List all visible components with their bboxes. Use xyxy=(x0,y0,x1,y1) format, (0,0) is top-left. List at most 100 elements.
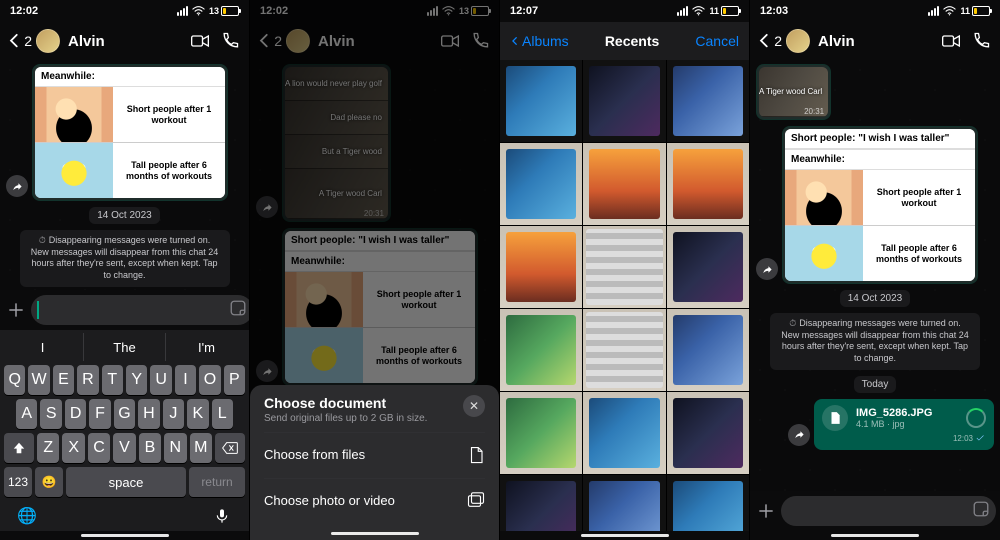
home-indicator[interactable] xyxy=(581,534,669,537)
key-q[interactable]: Q xyxy=(4,365,25,395)
key-c[interactable]: C xyxy=(88,433,110,463)
key-k[interactable]: K xyxy=(187,399,208,429)
contact-name[interactable]: Alvin xyxy=(818,33,934,50)
key-x[interactable]: X xyxy=(62,433,84,463)
system-message[interactable]: ⏱Disappearing messages were turned on. N… xyxy=(770,313,980,370)
video-call-button[interactable] xyxy=(938,28,964,54)
key-o[interactable]: O xyxy=(199,365,220,395)
home-indicator[interactable] xyxy=(81,534,169,537)
back-button[interactable]: 2 xyxy=(6,28,32,54)
photo-thumb[interactable] xyxy=(583,143,665,225)
suggestion[interactable]: The xyxy=(84,333,166,361)
suggestion[interactable]: I xyxy=(2,333,84,361)
emoji-key[interactable]: 😀 xyxy=(35,467,63,497)
chat-area[interactable]: A Tiger wood Carl 20:31 Short people: "I… xyxy=(750,60,1000,491)
forward-button[interactable] xyxy=(756,258,778,280)
key-e[interactable]: E xyxy=(53,365,74,395)
file-message[interactable]: IMG_5286.JPG 4.1 MB · jpg 12:03 xyxy=(814,399,994,450)
choose-from-files[interactable]: Choose from files xyxy=(264,432,485,476)
attach-button[interactable] xyxy=(756,498,776,524)
photo-thumb[interactable] xyxy=(500,60,582,142)
photo-thumb[interactable] xyxy=(667,143,749,225)
close-button[interactable]: ✕ xyxy=(463,395,485,417)
forward-button[interactable] xyxy=(788,424,810,446)
meme-subheader: Meanwhile: xyxy=(785,149,975,170)
photo-thumb[interactable] xyxy=(667,392,749,474)
numbers-key[interactable]: 123 xyxy=(4,467,32,497)
file-meta: 4.1 MB · jpg xyxy=(856,419,958,429)
incoming-message[interactable]: Meanwhile: Short people after 1 workout … xyxy=(32,64,228,201)
key-t[interactable]: T xyxy=(102,365,123,395)
key-f[interactable]: F xyxy=(89,399,110,429)
key-y[interactable]: Y xyxy=(126,365,147,395)
key-r[interactable]: R xyxy=(77,365,98,395)
key-u[interactable]: U xyxy=(150,365,171,395)
avatar[interactable] xyxy=(36,29,60,53)
key-m[interactable]: M xyxy=(190,433,212,463)
key-i[interactable]: I xyxy=(175,365,196,395)
voice-call-button[interactable] xyxy=(217,28,243,54)
suggestion[interactable]: I'm xyxy=(166,333,247,361)
chat-area[interactable]: Meanwhile: Short people after 1 workout … xyxy=(0,60,249,290)
key-n[interactable]: N xyxy=(164,433,186,463)
back-button[interactable]: 2 xyxy=(756,28,782,54)
sticker-button[interactable] xyxy=(229,299,247,322)
key-g[interactable]: G xyxy=(114,399,135,429)
photo-thumb[interactable] xyxy=(500,143,582,225)
key-a[interactable]: A xyxy=(16,399,37,429)
video-call-button[interactable] xyxy=(187,28,213,54)
incoming-message[interactable]: A Tiger wood Carl 20:31 xyxy=(756,64,831,120)
albums-back-button[interactable]: Albums xyxy=(510,33,569,49)
avatar[interactable] xyxy=(786,29,810,53)
message-input[interactable] xyxy=(781,496,996,526)
key-l[interactable]: L xyxy=(212,399,233,429)
key-w[interactable]: W xyxy=(28,365,49,395)
incoming-message[interactable]: Short people: "I wish I was taller" Mean… xyxy=(782,126,978,284)
photo-thumb[interactable] xyxy=(583,60,665,142)
date-pill: 14 Oct 2023 xyxy=(89,207,159,224)
photo-thumb[interactable] xyxy=(500,392,582,474)
key-d[interactable]: D xyxy=(65,399,86,429)
home-indicator[interactable] xyxy=(331,532,419,535)
message-input[interactable] xyxy=(31,295,250,325)
photo-grid[interactable] xyxy=(500,60,749,531)
voice-call-button[interactable] xyxy=(968,28,994,54)
message-row: Meanwhile: Short people after 1 workout … xyxy=(6,64,243,201)
home-indicator[interactable] xyxy=(831,534,919,537)
key-b[interactable]: B xyxy=(139,433,161,463)
photo-thumb[interactable] xyxy=(500,226,582,308)
photo-thumb[interactable] xyxy=(667,475,749,531)
system-message[interactable]: ⏱Disappearing messages were turned on. N… xyxy=(20,230,230,287)
shift-key[interactable] xyxy=(4,433,34,463)
photo-thumb[interactable] xyxy=(583,392,665,474)
attach-button[interactable] xyxy=(6,297,26,323)
key-z[interactable]: Z xyxy=(37,433,59,463)
cancel-button[interactable]: Cancel xyxy=(695,33,739,49)
photo-thumb[interactable] xyxy=(667,60,749,142)
photo-thumb[interactable] xyxy=(500,475,582,531)
message-field[interactable] xyxy=(787,503,967,520)
message-field[interactable] xyxy=(44,302,224,319)
status-bar: 12:07 11 xyxy=(500,0,749,22)
key-h[interactable]: H xyxy=(138,399,159,429)
contact-name[interactable]: Alvin xyxy=(68,33,183,50)
photo-thumb[interactable] xyxy=(667,309,749,391)
forward-button[interactable] xyxy=(6,175,28,197)
photo-thumb[interactable] xyxy=(583,226,665,308)
photo-thumb[interactable] xyxy=(583,309,665,391)
dictation-key[interactable] xyxy=(211,505,233,527)
space-key[interactable]: space xyxy=(66,467,186,497)
sticker-button[interactable] xyxy=(972,500,990,523)
photo-thumb[interactable] xyxy=(500,309,582,391)
key-p[interactable]: P xyxy=(224,365,245,395)
photo-thumb[interactable] xyxy=(583,475,665,531)
return-key[interactable]: return xyxy=(189,467,245,497)
key-j[interactable]: J xyxy=(163,399,184,429)
delete-key[interactable] xyxy=(215,433,245,463)
globe-key[interactable]: 🌐 xyxy=(16,505,38,527)
key-v[interactable]: V xyxy=(113,433,135,463)
key-s[interactable]: S xyxy=(40,399,61,429)
photo-thumb[interactable] xyxy=(667,226,749,308)
choose-photo-video[interactable]: Choose photo or video xyxy=(264,478,485,522)
upload-progress[interactable] xyxy=(966,408,986,428)
